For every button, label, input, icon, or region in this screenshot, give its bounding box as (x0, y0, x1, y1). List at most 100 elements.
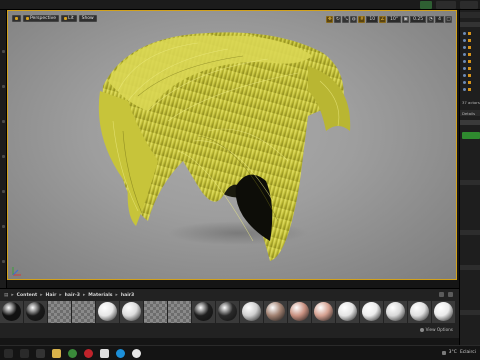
tool-icon[interactable] (2, 155, 5, 158)
transform-section[interactable] (460, 180, 480, 185)
asset-thumbnail[interactable] (240, 301, 263, 323)
asset-thumbnail[interactable] (312, 301, 335, 323)
breadcrumb-separator: ▸ (11, 293, 14, 298)
world-icon[interactable]: ◍ (350, 16, 358, 23)
viewport-options-button[interactable] (12, 15, 21, 22)
weather-icon[interactable] (441, 350, 446, 355)
static-mesh-section[interactable] (460, 230, 480, 235)
hair-mesh (98, 32, 351, 261)
breadcrumb-separator: ▸ (59, 293, 62, 298)
show-button[interactable]: Show (78, 15, 97, 22)
chrome-icon[interactable] (68, 349, 77, 358)
camera-speed-icon[interactable]: ◔ (427, 16, 435, 23)
scale-snap-icon[interactable]: ▣ (402, 16, 410, 23)
camera-speed-value[interactable]: 4 (435, 16, 444, 23)
asset-thumbnail[interactable] (288, 301, 311, 323)
actor-icon[interactable] (468, 53, 471, 56)
view-options-label: View Options (425, 327, 453, 332)
skype-icon[interactable] (116, 349, 125, 358)
actor-icon[interactable] (468, 32, 471, 35)
view-options-button[interactable]: View Options (419, 327, 453, 332)
lock-icon[interactable] (448, 292, 453, 297)
material-preview (194, 302, 213, 321)
folder-icon[interactable]: ▤ (4, 293, 8, 298)
app-icon[interactable] (100, 349, 109, 358)
asset-thumbnail[interactable] (192, 301, 215, 323)
material-preview (26, 302, 45, 321)
asset-thumbnail[interactable] (144, 301, 167, 323)
add-component-button[interactable] (462, 132, 480, 139)
tool-icon[interactable] (2, 85, 5, 88)
asset-thumbnail[interactable] (264, 301, 287, 323)
asset-thumbnail[interactable] (72, 301, 95, 323)
scale-icon[interactable]: ⤡ (342, 16, 350, 23)
breadcrumb-item[interactable]: hair3 (121, 293, 134, 298)
breadcrumb-separator: ▸ (82, 293, 86, 298)
material-preview (434, 302, 453, 321)
grid-snap-icon[interactable]: # (358, 16, 366, 23)
tool-icon[interactable] (2, 120, 5, 123)
scale-snap-value[interactable]: 0.25 (410, 16, 427, 23)
translate-icon[interactable]: ✥ (326, 16, 334, 23)
toolbar-button[interactable] (436, 1, 456, 9)
asset-thumbnail[interactable] (96, 301, 119, 323)
physics-section[interactable] (460, 310, 480, 315)
toolbar-button[interactable] (460, 1, 478, 9)
os-taskbar: 3°C Eclairci (0, 345, 480, 360)
perspective-label: Perspective (30, 16, 57, 21)
maximize-icon[interactable]: □ (445, 16, 452, 23)
details-tab[interactable]: Details (462, 111, 475, 116)
breadcrumb-item[interactable]: Hair (46, 293, 57, 298)
search-icon[interactable] (20, 349, 29, 358)
system-tray: 3°C Eclairci (441, 350, 476, 355)
start-icon[interactable] (4, 349, 13, 358)
asset-thumbnail[interactable] (360, 301, 383, 323)
asset-thumbnail[interactable] (216, 301, 239, 323)
content-browser-actions (439, 292, 453, 297)
details-search[interactable] (460, 120, 480, 125)
tool-icon[interactable] (2, 50, 5, 53)
level-viewport[interactable]: Perspective Lit Show ✥ ↻ ⤡ ◍ # 10 ∠ 10° … (7, 10, 457, 280)
asset-thumbnail[interactable] (384, 301, 407, 323)
asset-thumbnail[interactable] (336, 301, 359, 323)
asset-thumbnail[interactable] (432, 301, 455, 323)
angle-snap-value[interactable]: 10° (387, 16, 402, 23)
asset-thumbnail[interactable] (48, 301, 71, 323)
left-toolbar (0, 10, 7, 288)
unreal-engine-icon[interactable] (132, 349, 141, 358)
actor-icon[interactable] (468, 39, 471, 42)
asset-thumbnail[interactable] (408, 301, 431, 323)
actor-icon[interactable] (468, 88, 471, 91)
asset-thumbnail[interactable] (0, 301, 23, 323)
history-back-icon[interactable] (439, 292, 444, 297)
rotate-icon[interactable]: ↻ (334, 16, 342, 23)
toolbar-button[interactable] (420, 1, 432, 9)
visibility-icon (463, 60, 466, 63)
tool-icon[interactable] (2, 190, 5, 193)
angle-snap-icon[interactable]: ∠ (379, 16, 387, 23)
material-preview (386, 302, 405, 321)
breadcrumb-item[interactable]: Materials (88, 293, 112, 298)
view-mode-button[interactable]: Lit (61, 15, 77, 22)
asset-thumbnail[interactable] (120, 301, 143, 323)
materials-section[interactable] (460, 265, 480, 270)
actor-icon[interactable] (468, 67, 471, 70)
lit-icon (64, 17, 68, 20)
actor-icon[interactable] (468, 60, 471, 63)
task-view-icon[interactable] (36, 349, 45, 358)
actor-icon[interactable] (468, 74, 471, 77)
tool-icon[interactable] (2, 225, 5, 228)
tool-icon[interactable] (2, 260, 5, 263)
breadcrumb-item[interactable]: Content (17, 293, 38, 298)
file-explorer-icon[interactable] (52, 349, 61, 358)
breadcrumb-item[interactable]: hair-3 (65, 293, 80, 298)
asset-thumbnail[interactable] (24, 301, 47, 323)
weather-desc: Eclairci (459, 350, 476, 355)
grid-snap-value[interactable]: 10 (366, 16, 379, 23)
actor-icon[interactable] (468, 46, 471, 49)
opera-icon[interactable] (84, 349, 93, 358)
outliner-header (460, 12, 480, 18)
actor-icon[interactable] (468, 81, 471, 84)
perspective-button[interactable]: Perspective (23, 15, 60, 22)
asset-thumbnail[interactable] (168, 301, 191, 323)
